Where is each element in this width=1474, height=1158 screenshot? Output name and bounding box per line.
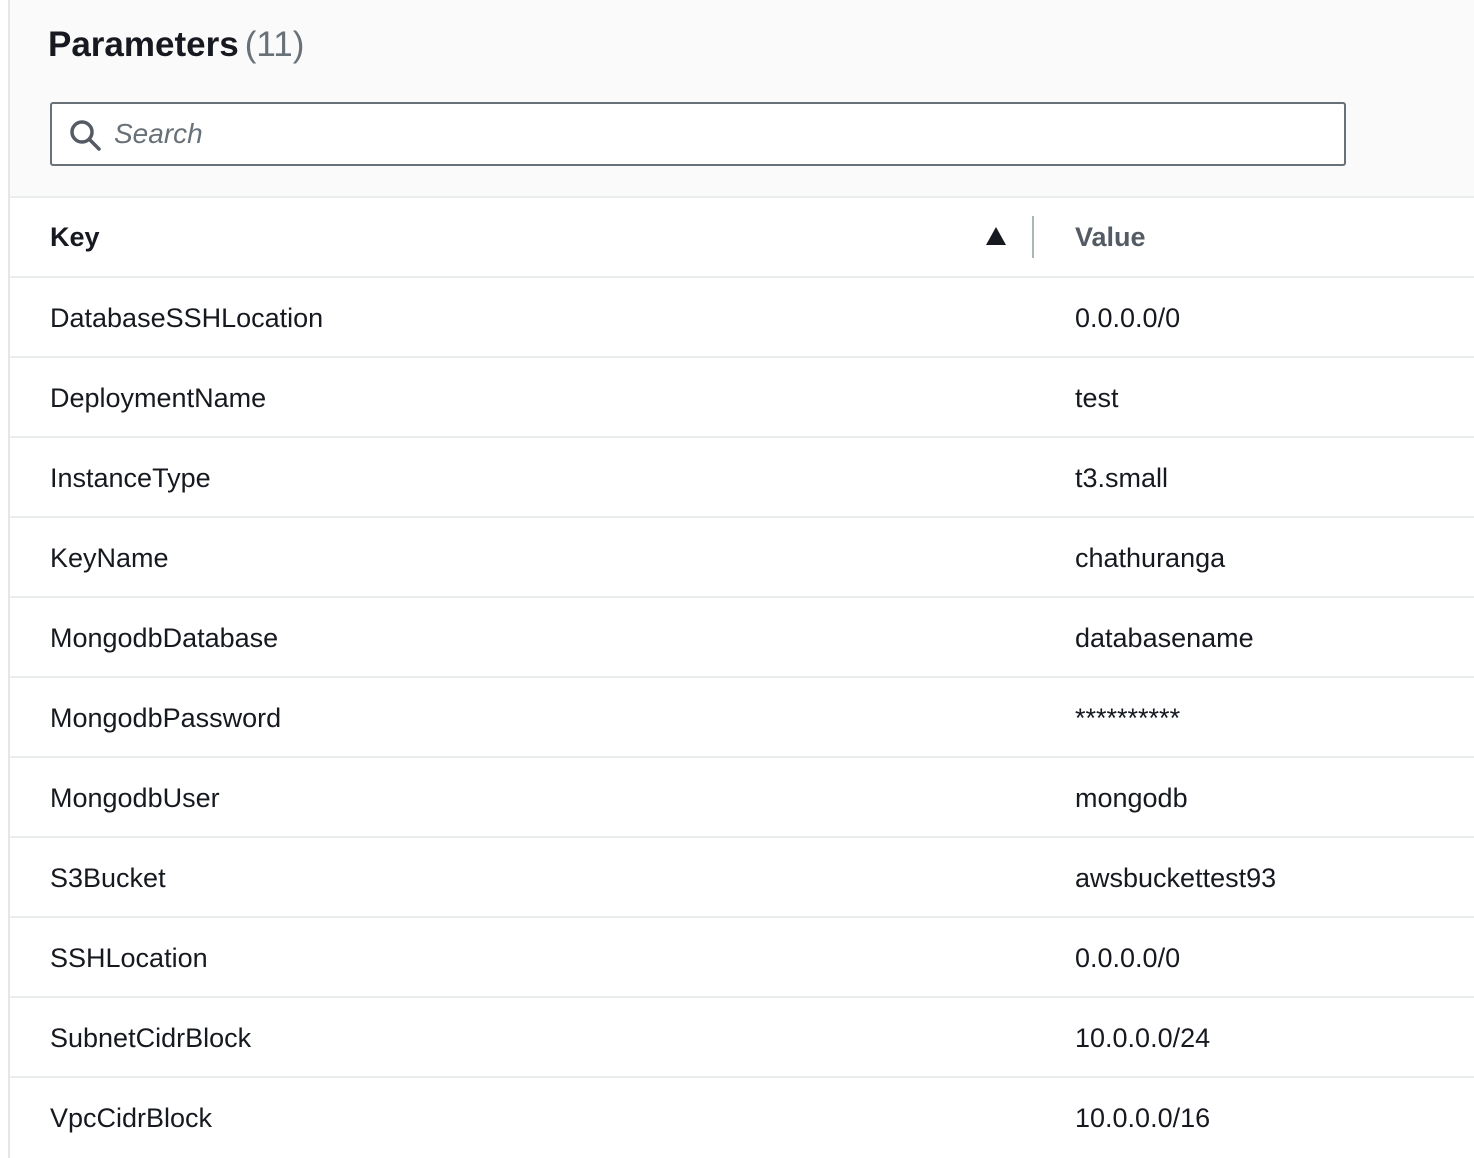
table-row: MongodbUser mongodb	[10, 758, 1474, 838]
value-cell: awsbuckettest93	[1075, 863, 1277, 893]
column-header-value[interactable]: Value	[1075, 198, 1146, 276]
page-title: Parameters (11)	[48, 22, 304, 68]
key-cell: KeyName	[50, 543, 169, 573]
value-cell: databasename	[1075, 623, 1254, 653]
table-header: Key Value	[10, 198, 1474, 278]
table-body: DatabaseSSHLocation 0.0.0.0/0 Deployment…	[10, 278, 1474, 1158]
key-cell: SubnetCidrBlock	[50, 1023, 252, 1053]
column-header-key[interactable]: Key	[50, 198, 100, 276]
table-row: SSHLocation 0.0.0.0/0	[10, 918, 1474, 998]
value-cell: mongodb	[1075, 783, 1188, 813]
key-cell: InstanceType	[50, 463, 211, 493]
title-text: Parameters	[48, 25, 239, 64]
parameter-count: (11)	[244, 25, 305, 64]
value-cell: t3.small	[1075, 463, 1169, 493]
table-row: KeyName chathuranga	[10, 518, 1474, 598]
key-cell: DatabaseSSHLocation	[50, 303, 324, 333]
key-cell: MongodbDatabase	[50, 623, 279, 653]
key-cell: VpcCidrBlock	[50, 1103, 213, 1133]
search-box[interactable]	[50, 102, 1346, 166]
table-row: DatabaseSSHLocation 0.0.0.0/0	[10, 278, 1474, 358]
value-cell: 0.0.0.0/0	[1075, 303, 1181, 333]
value-cell: 0.0.0.0/0	[1075, 943, 1181, 973]
key-cell: SSHLocation	[50, 943, 208, 973]
search-icon	[70, 120, 101, 151]
key-cell: MongodbPassword	[50, 703, 282, 733]
table-row: MongodbDatabase databasename	[10, 598, 1474, 678]
table-row: SubnetCidrBlock 10.0.0.0/24	[10, 998, 1474, 1078]
table-row: S3Bucket awsbuckettest93	[10, 838, 1474, 918]
panel-header: Parameters (11)	[10, 0, 1474, 198]
key-cell: S3Bucket	[50, 863, 166, 893]
value-cell: test	[1075, 383, 1119, 413]
value-cell: **********	[1075, 703, 1181, 733]
value-cell: 10.0.0.0/16	[1075, 1103, 1211, 1133]
table-row: InstanceType t3.small	[10, 438, 1474, 518]
table-row: VpcCidrBlock 10.0.0.0/16	[10, 1078, 1474, 1158]
table-row: MongodbPassword **********	[10, 678, 1474, 758]
value-cell: 10.0.0.0/24	[1075, 1023, 1211, 1053]
search-input[interactable]	[114, 104, 1314, 164]
triangle-up-icon[interactable]	[985, 226, 1007, 246]
column-resize-handle[interactable]	[1032, 216, 1034, 258]
table-row: DeploymentName test	[10, 358, 1474, 438]
key-cell: MongodbUser	[50, 783, 220, 813]
key-cell: DeploymentName	[50, 383, 267, 413]
value-cell: chathuranga	[1075, 543, 1226, 573]
parameters-panel: Parameters(11) Key Value DatabaseSSHLoca…	[8, 0, 1474, 1158]
